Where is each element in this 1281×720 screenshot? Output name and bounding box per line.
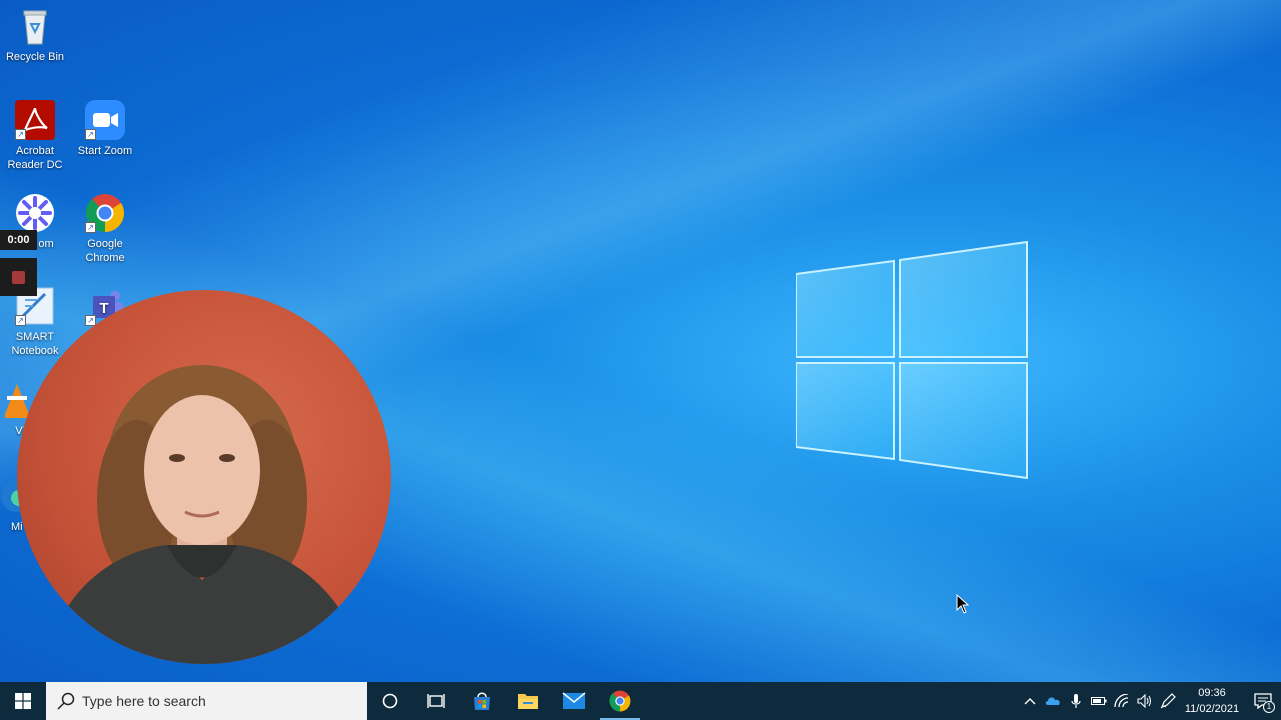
taskbar-app-chrome[interactable]	[597, 682, 643, 720]
chrome-icon: ↗	[85, 193, 125, 233]
desktop-icon-recycle-bin[interactable]: Recycle Bin	[0, 6, 70, 64]
show-hidden-icons-button[interactable]	[1018, 682, 1041, 720]
pen-workspace-tray-button[interactable]	[1156, 682, 1179, 720]
zoom-icon: ↗	[85, 100, 125, 140]
desktop-icon-chrome[interactable]: ↗ Google Chrome	[70, 193, 140, 265]
search-icon	[57, 692, 75, 710]
task-view-icon	[427, 694, 445, 708]
desktop-icon-acrobat[interactable]: ↗ Acrobat Reader DC	[0, 100, 70, 172]
chevron-up-icon	[1024, 698, 1035, 705]
pen-icon	[1160, 693, 1176, 709]
desktop-icon-label: Google Chrome	[85, 238, 125, 264]
webcam-bubble[interactable]	[17, 290, 391, 664]
cortana-button[interactable]	[367, 682, 413, 720]
shortcut-arrow-icon: ↗	[15, 129, 26, 140]
shortcut-arrow-icon: ↗	[85, 222, 96, 233]
onedrive-tray-button[interactable]	[1041, 682, 1064, 720]
battery-tray-button[interactable]	[1087, 682, 1110, 720]
windows-start-icon	[15, 693, 31, 709]
volume-tray-button[interactable]	[1133, 682, 1156, 720]
microphone-tray-button[interactable]	[1064, 682, 1087, 720]
windows-logo	[796, 241, 1028, 479]
taskbar-clock[interactable]: 09:36 11/02/2021	[1179, 685, 1245, 717]
webcam-person	[47, 365, 362, 664]
file-explorer-icon	[518, 694, 538, 709]
shortcut-arrow-icon: ↗	[85, 129, 96, 140]
network-tray-button[interactable]	[1110, 682, 1133, 720]
action-center-button[interactable]: 1	[1245, 682, 1281, 720]
recording-timer: 0:00	[0, 230, 37, 250]
speaker-icon	[1136, 694, 1151, 708]
system-tray: 09:36 11/02/2021 1	[1018, 682, 1281, 720]
desktop-icon-label: Recycle Bin	[5, 51, 65, 63]
stop-recording-button[interactable]	[0, 258, 37, 296]
clock-date: 11/02/2021	[1184, 703, 1240, 715]
start-button[interactable]	[0, 682, 46, 720]
taskbar-app-file-explorer[interactable]	[505, 682, 551, 720]
stop-icon	[12, 271, 25, 284]
microphone-icon	[1070, 694, 1081, 708]
taskbar-search-box[interactable]: Type here to search	[46, 682, 367, 720]
mail-icon	[562, 692, 586, 709]
wifi-icon	[1113, 694, 1128, 708]
svg-text:T: T	[99, 300, 108, 317]
taskbar: Type here to search 09:36 11/02/2021 1	[0, 682, 1281, 720]
desktop-icon-label: Acrobat Reader DC	[7, 145, 63, 171]
desktop-icon-label: SMART Notebook	[11, 331, 59, 357]
desktop-icon-start-zoom[interactable]: ↗ Start Zoom	[70, 100, 140, 158]
microsoft-store-icon	[474, 692, 490, 710]
taskbar-app-store[interactable]	[459, 682, 505, 720]
acrobat-icon: ↗	[15, 100, 55, 140]
onedrive-icon	[1045, 697, 1060, 705]
taskbar-app-mail[interactable]	[551, 682, 597, 720]
task-view-button[interactable]	[413, 682, 459, 720]
loom-icon	[15, 193, 55, 233]
mouse-cursor-icon	[956, 594, 970, 614]
recycle-bin-icon	[15, 6, 55, 46]
cortana-icon	[382, 693, 398, 709]
desktop-icon-label: Start Zoom	[77, 145, 133, 157]
shortcut-arrow-icon: ↗	[15, 315, 26, 326]
desktop-icon-smart-notebook[interactable]: ↗ SMART Notebook	[0, 286, 70, 358]
notification-count-badge: 1	[1263, 701, 1275, 713]
chrome-icon	[609, 690, 631, 712]
search-placeholder: Type here to search	[82, 693, 206, 709]
battery-icon	[1090, 697, 1106, 705]
clock-time: 09:36	[1198, 687, 1226, 699]
